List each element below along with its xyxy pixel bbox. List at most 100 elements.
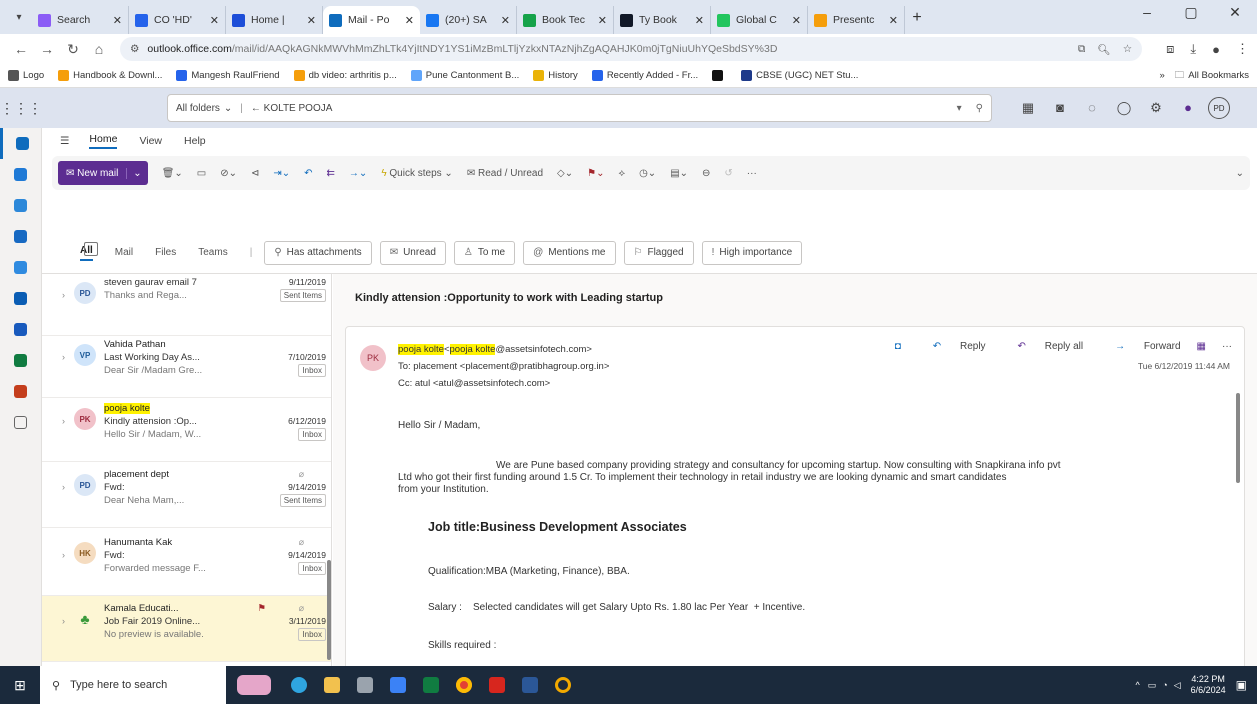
maximize-button[interactable]: ▢	[1169, 4, 1213, 21]
powerpoint-app-icon[interactable]	[0, 376, 41, 407]
bookmark-item[interactable]: Handbook & Downl...	[58, 70, 162, 81]
browser-tab[interactable]: Book Tec ✕	[517, 6, 614, 34]
taskbar-search[interactable]: ⚲ Type here to search	[40, 666, 226, 704]
tab-close-icon[interactable]: ✕	[889, 14, 898, 27]
expand-thread-icon[interactable]: ›	[62, 290, 65, 300]
extensions-icon[interactable]: ⧈	[1166, 41, 1174, 57]
message-list-item[interactable]: › HK Hanumanta Kak ⌀ Fwd: 9/14/2019 Forwarded …	[42, 530, 331, 596]
bookmark-star-icon[interactable]: ☆	[1123, 43, 1132, 56]
tab-close-icon[interactable]: ✕	[307, 14, 316, 27]
hamburger-icon[interactable]: ☰	[60, 135, 69, 147]
tab-close-icon[interactable]: ✕	[405, 14, 414, 27]
tab-view[interactable]: View	[139, 135, 162, 147]
more-actions-icon[interactable]: ···	[1222, 341, 1232, 352]
rules-icon[interactable]: ▤⌄	[670, 168, 688, 179]
more-options-icon[interactable]: ···	[747, 168, 757, 179]
move-to-icon[interactable]: ⇥⌄	[273, 168, 290, 179]
reload-button[interactable]: ↻	[60, 41, 86, 58]
forward-button[interactable]: →	[34, 41, 60, 57]
search-query[interactable]: ← KOLTE POOJA	[251, 103, 333, 114]
tab-close-icon[interactable]: ✕	[695, 14, 704, 27]
people-app-icon[interactable]	[0, 190, 41, 221]
notifications-icon[interactable]: ▣	[1236, 678, 1247, 692]
home-button[interactable]: ⌂	[86, 41, 112, 57]
browser-tab[interactable]: Presentc ✕	[808, 6, 905, 34]
back-button[interactable]: ←	[8, 41, 34, 57]
todo-app-icon[interactable]	[0, 252, 41, 283]
clock[interactable]: 4:22 PM 6/6/2024	[1191, 674, 1226, 696]
search-app-icon[interactable]	[546, 670, 579, 700]
all-bookmarks-button[interactable]: All Bookmarks	[1188, 70, 1249, 81]
app-launcher-icon[interactable]: ⋮⋮⋮	[0, 100, 42, 117]
new-tab-button[interactable]: +	[905, 9, 929, 27]
message-list-scrollbar[interactable]	[327, 560, 331, 660]
close-window-button[interactable]: ✕	[1213, 4, 1257, 21]
excel-taskbar-icon[interactable]	[414, 670, 447, 700]
read-unread-button[interactable]: ✉ Read / Unread	[467, 168, 543, 179]
user-avatar[interactable]: PD	[1208, 97, 1230, 119]
site-info-icon[interactable]: ⚙	[130, 43, 139, 55]
message-list-item[interactable]: › PD steven gaurav email 7 9/11/2019 Thanks …	[42, 274, 331, 336]
bookmark-item[interactable]: Recently Added - Fr...	[591, 70, 698, 81]
network-icon[interactable]: ▭	[1148, 680, 1157, 691]
settings-gear-icon[interactable]: ⚙	[1140, 100, 1172, 116]
groups-app-icon[interactable]	[0, 221, 41, 252]
reply-icon[interactable]: ↶	[304, 168, 312, 179]
report-icon[interactable]: ⊘⌄	[220, 168, 237, 179]
bookmark-item[interactable]: Pune Cantonment B...	[410, 70, 519, 81]
new-mail-dropdown[interactable]: ⌄	[126, 167, 147, 179]
forward-button-email[interactable]: → Forward	[1099, 341, 1180, 352]
sweep-icon[interactable]: ⊲	[251, 168, 259, 179]
download-icon[interactable]: ⤓	[1190, 41, 1196, 57]
message-list-item[interactable]: › ♣ Kamala Educati... ⌀ ⚑ Job Fair 2019 Onlin…	[42, 596, 331, 662]
message-list-item[interactable]: › VP Vahida Pathan Last Working Day As... 7/…	[42, 332, 331, 398]
flag-icon[interactable]: ⚑⌄	[587, 168, 604, 179]
chip-unread[interactable]: ✉ Unread	[379, 240, 446, 265]
volume-icon[interactable]: ◁	[1174, 680, 1181, 691]
wifi-icon[interactable]: ◔	[1162, 680, 1167, 690]
browser-tab[interactable]: Search ✕	[32, 6, 129, 34]
apps-icon[interactable]: ▦	[1197, 341, 1206, 352]
browser-tab[interactable]: (20+) SA ✕	[420, 6, 517, 34]
calendar-app-icon[interactable]	[0, 159, 41, 190]
flag-icon[interactable]: ⚑	[257, 602, 266, 615]
select-all-checkbox[interactable]	[84, 242, 98, 256]
message-list-item[interactable]: › PK pooja kolte Kindly attension :Op... 6/1…	[42, 396, 331, 462]
filter-tab-files[interactable]: Files	[155, 247, 176, 258]
bookmark-item[interactable]: Mangesh RaulFriend	[176, 70, 280, 81]
immersive-reader-icon[interactable]: ⊖	[702, 168, 710, 179]
word-taskbar-icon[interactable]	[513, 670, 546, 700]
tab-search-dropdown[interactable]: ▾	[6, 4, 32, 30]
expand-thread-icon[interactable]: ›	[62, 550, 65, 560]
browser-tab[interactable]: Ty Book ✕	[614, 6, 711, 34]
excel-app-icon[interactable]	[0, 345, 41, 376]
chip-to-me[interactable]: ♙ To me	[453, 240, 516, 265]
bookmarks-overflow-icon[interactable]: »	[1159, 70, 1164, 81]
bookmark-item[interactable]: CBSE (UGC) NET Stu...	[741, 70, 858, 81]
teams-icon[interactable]: ◙	[1044, 100, 1076, 116]
reply-all-icon[interactable]: ⇇	[327, 168, 335, 179]
pin-icon[interactable]: ⟡	[618, 168, 625, 179]
chip-flagged[interactable]: ⚐ Flagged	[623, 240, 694, 265]
more-apps-icon[interactable]	[0, 407, 41, 438]
store-icon[interactable]	[381, 670, 414, 700]
minimize-button[interactable]: –	[1125, 4, 1169, 21]
categorize-icon[interactable]: ◇⌄	[557, 168, 573, 179]
word-app-icon[interactable]	[0, 314, 41, 345]
tab-close-icon[interactable]: ✕	[792, 14, 801, 27]
tab-close-icon[interactable]: ✕	[598, 14, 607, 27]
mail-app-icon[interactable]	[0, 128, 41, 159]
bookmark-item[interactable]: db video: arthritis p...	[293, 70, 397, 81]
teams-share-icon[interactable]: ◘	[895, 341, 901, 352]
search-icon[interactable]: ⚲	[976, 103, 983, 114]
url-input[interactable]: ⚙ outlook.office.com /mail/id/AAQkAGNkMW…	[120, 37, 1143, 61]
browser-tab[interactable]: CO 'HD' ✕	[129, 6, 226, 34]
bookmark-item[interactable]	[712, 70, 727, 81]
sender-avatar[interactable]: PK	[360, 345, 386, 371]
tab-help[interactable]: Help	[184, 135, 206, 147]
reply-all-button[interactable]: ↶ Reply all	[1002, 341, 1084, 352]
chip-high-importance[interactable]: ! High importance	[701, 240, 803, 265]
calendar-icon[interactable]: ▦	[1012, 100, 1044, 116]
bookmark-item[interactable]: History	[533, 70, 578, 81]
filter-tab-teams[interactable]: Teams	[198, 247, 227, 258]
